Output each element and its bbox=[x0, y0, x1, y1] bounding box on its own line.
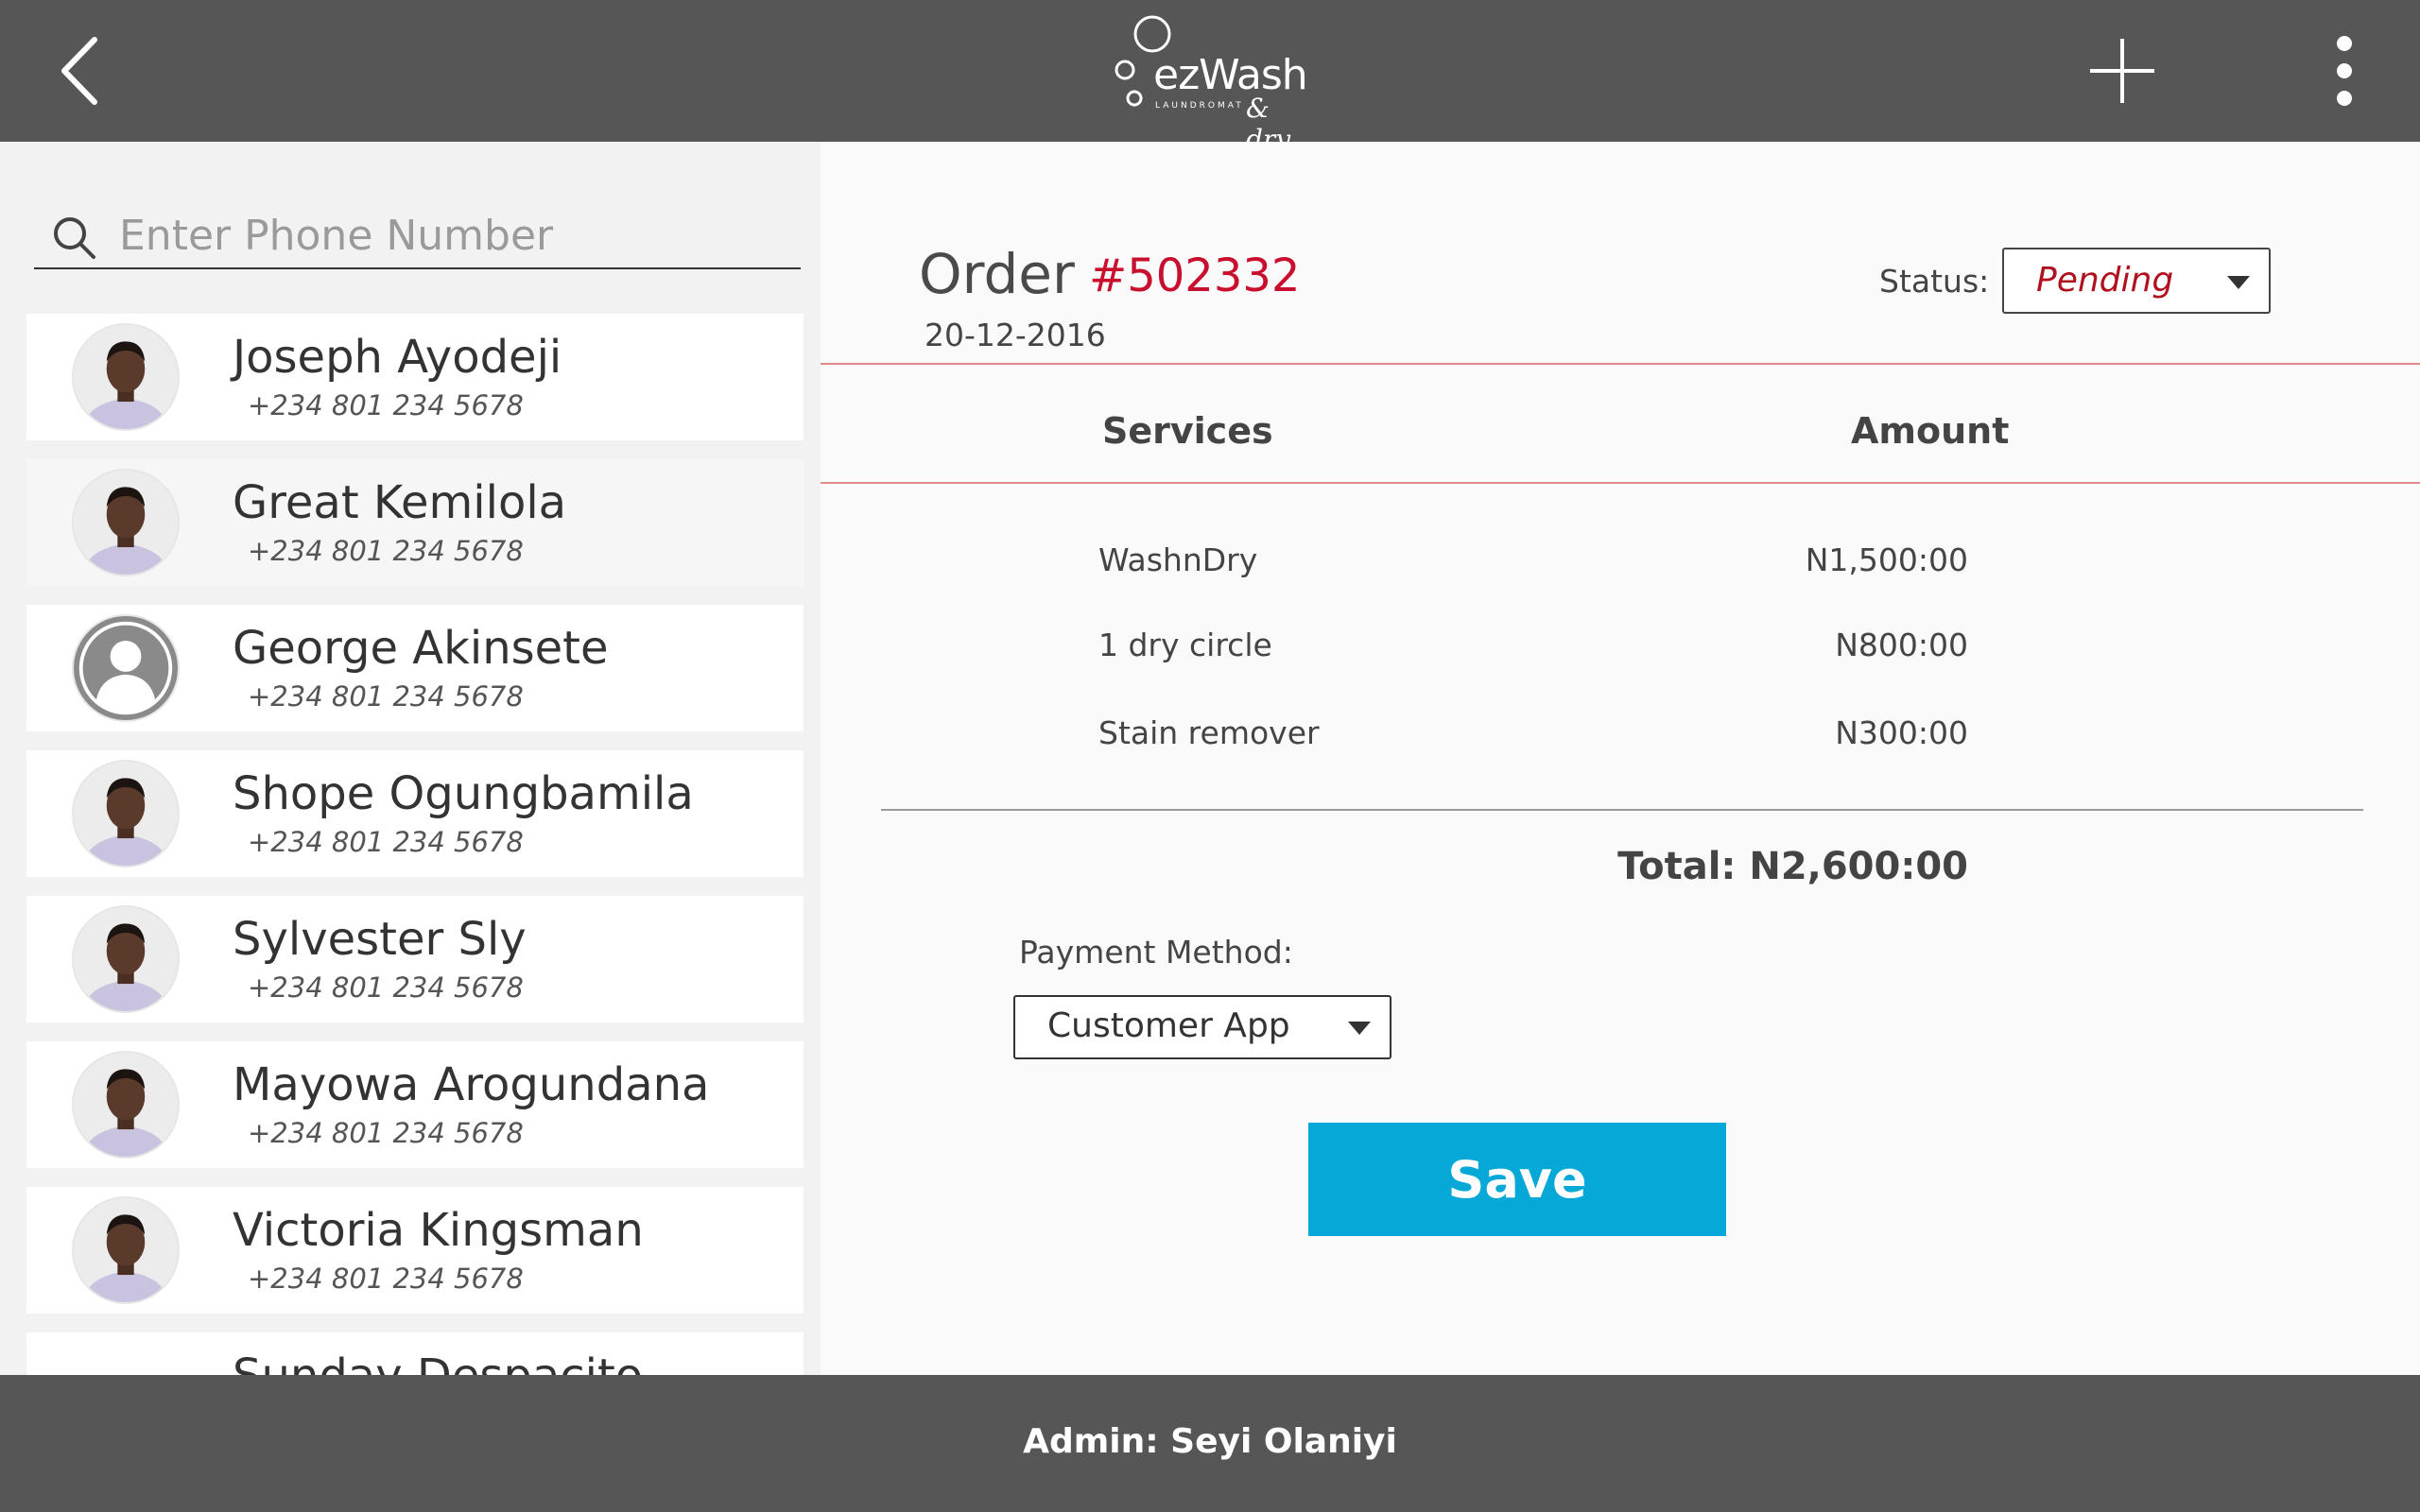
customer-panel: Joseph Ayodeji+234 801 234 5678Great Kem… bbox=[0, 142, 821, 1375]
service-amount: N1,500:00 bbox=[1805, 541, 1968, 578]
contact-item[interactable]: George Akinsete +234 801 234 5678 bbox=[26, 605, 804, 731]
divider bbox=[881, 809, 2363, 811]
contact-phone: +234 801 234 5678 bbox=[248, 1263, 524, 1295]
bottom-bar: Admin: Seyi Olaniyi bbox=[0, 1375, 2420, 1512]
order-total: Total: N2,600:00 bbox=[1617, 845, 1968, 888]
avatar bbox=[72, 614, 180, 722]
user-photo bbox=[74, 1198, 178, 1302]
avatar bbox=[72, 469, 180, 576]
contact-item[interactable]: Sylvester Sly +234 801 234 5678 bbox=[26, 896, 804, 1022]
divider bbox=[821, 482, 2420, 484]
chevron-left-icon bbox=[61, 37, 97, 105]
services-column-header: Services bbox=[1102, 410, 1273, 452]
order-title: Order bbox=[919, 242, 1075, 306]
contact-name: Great Kemilola bbox=[233, 476, 567, 529]
phone-search-input[interactable] bbox=[119, 209, 781, 262]
logo-subtitle: LAUNDROMAT bbox=[1155, 101, 1244, 111]
contact-item[interactable]: Victoria Kingsman +234 801 234 5678 bbox=[26, 1187, 804, 1314]
status-value: Pending bbox=[2036, 261, 2174, 300]
contact-phone: +234 801 234 5678 bbox=[248, 389, 524, 421]
service-name: 1 dry circle bbox=[1098, 627, 1272, 663]
plus-icon bbox=[2090, 39, 2154, 103]
contact-item[interactable]: Shope Ogungbamila +234 801 234 5678 bbox=[26, 750, 804, 877]
contact-phone: +234 801 234 5678 bbox=[248, 1117, 524, 1149]
contact-item[interactable]: Sunday Despacito bbox=[26, 1332, 804, 1375]
search-icon bbox=[54, 217, 95, 259]
contact-phone: +234 801 234 5678 bbox=[248, 680, 524, 713]
service-row: 1 dry circle N800:00 bbox=[821, 627, 2420, 683]
more-options-button[interactable] bbox=[2321, 28, 2368, 113]
user-photo bbox=[74, 907, 178, 1011]
service-row: WashnDry N1,500:00 bbox=[821, 541, 2420, 598]
status-label: Status: bbox=[1879, 263, 1990, 300]
phone-search bbox=[34, 203, 801, 269]
contact-list: Joseph Ayodeji +234 801 234 5678 Great Kem… bbox=[26, 314, 804, 1375]
divider bbox=[821, 363, 2420, 365]
avatar bbox=[72, 760, 180, 868]
payment-method-label: Payment Method: bbox=[1019, 934, 1293, 971]
contact-name: Shope Ogungbamila bbox=[233, 767, 694, 820]
contact-name: George Akinsete bbox=[233, 622, 609, 675]
avatar bbox=[72, 905, 180, 1013]
order-number: #502332 bbox=[1089, 249, 1301, 302]
user-photo bbox=[74, 471, 178, 575]
user-photo bbox=[74, 762, 178, 866]
contact-name: Joseph Ayodeji bbox=[233, 331, 562, 384]
contact-phone: +234 801 234 5678 bbox=[248, 826, 524, 858]
contact-item[interactable]: Mayowa Arogundana +234 801 234 5678 bbox=[26, 1041, 804, 1168]
payment-method-dropdown[interactable]: Customer App bbox=[1013, 995, 1392, 1059]
caret-down-icon bbox=[1348, 1022, 1371, 1035]
order-date: 20-12-2016 bbox=[925, 317, 1106, 353]
order-detail: Order #502332 20-12-2016 Status: Pending… bbox=[821, 142, 2420, 1375]
contact-name: Victoria Kingsman bbox=[233, 1204, 644, 1257]
service-amount: N800:00 bbox=[1835, 627, 1968, 663]
contact-item[interactable]: Great Kemilola +234 801 234 5678 bbox=[26, 459, 804, 586]
contact-phone: +234 801 234 5678 bbox=[248, 535, 524, 567]
ezwash-logo: ezWash LAUNDROMAT & dry bbox=[1106, 13, 1314, 155]
user-photo bbox=[74, 1053, 178, 1157]
service-name: Stain remover bbox=[1098, 714, 1320, 751]
status-dropdown[interactable]: Pending bbox=[2002, 248, 2271, 314]
avatar bbox=[72, 1051, 180, 1159]
service-name: WashnDry bbox=[1098, 541, 1258, 578]
contact-name: Sunday Despacito bbox=[233, 1349, 643, 1375]
avatar bbox=[72, 1196, 180, 1304]
amount-column-header: Amount bbox=[1851, 410, 2010, 452]
contact-name: Sylvester Sly bbox=[233, 913, 527, 966]
avatar bbox=[72, 323, 180, 431]
service-amount: N300:00 bbox=[1835, 714, 1968, 751]
add-button[interactable] bbox=[2084, 33, 2160, 109]
back-button[interactable] bbox=[49, 28, 134, 113]
payment-method-value: Customer App bbox=[1047, 1006, 1290, 1045]
user-placeholder-icon bbox=[74, 616, 178, 720]
user-photo bbox=[74, 325, 178, 429]
more-vertical-icon bbox=[2337, 36, 2352, 106]
admin-name: Admin: Seyi Olaniyi bbox=[1023, 1422, 1397, 1461]
caret-down-icon bbox=[2227, 276, 2250, 289]
save-button[interactable]: Save bbox=[1308, 1123, 1726, 1236]
service-row: Stain remover N300:00 bbox=[821, 714, 2420, 771]
contact-name: Mayowa Arogundana bbox=[233, 1058, 710, 1111]
contact-phone: +234 801 234 5678 bbox=[248, 971, 524, 1004]
top-app-bar: ezWash LAUNDROMAT & dry bbox=[0, 0, 2420, 155]
contact-item[interactable]: Joseph Ayodeji +234 801 234 5678 bbox=[26, 314, 804, 440]
